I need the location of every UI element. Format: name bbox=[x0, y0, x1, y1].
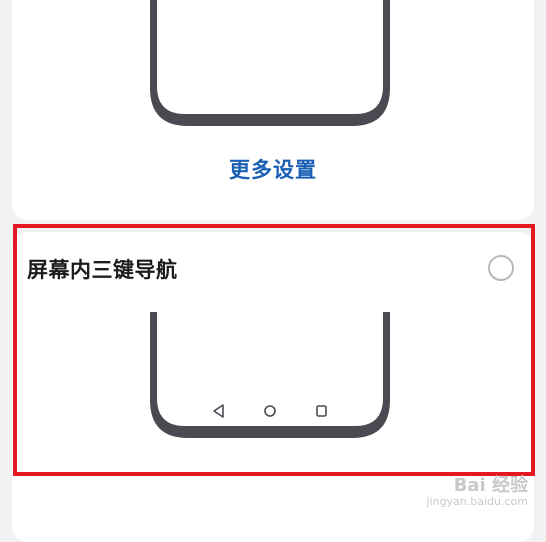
gesture-phone-illustration bbox=[150, 0, 390, 126]
three-key-phone-illustration bbox=[150, 312, 390, 438]
watermark: Bai 经验 jingyan.baidu.com bbox=[426, 475, 528, 510]
watermark-url: jingyan.baidu.com bbox=[426, 495, 528, 508]
back-triangle-icon bbox=[213, 404, 224, 418]
phone-frame-bottom bbox=[150, 0, 390, 126]
three-key-navigation-radio[interactable] bbox=[488, 255, 514, 281]
option-title: 屏幕内三键导航 bbox=[27, 258, 178, 282]
phone-frame-bottom bbox=[150, 312, 390, 438]
more-settings-link[interactable]: 更多设置 bbox=[0, 154, 546, 184]
recents-square-icon bbox=[316, 405, 327, 417]
watermark-brand: Bai 经验 bbox=[453, 475, 528, 496]
home-circle-icon bbox=[264, 405, 276, 417]
